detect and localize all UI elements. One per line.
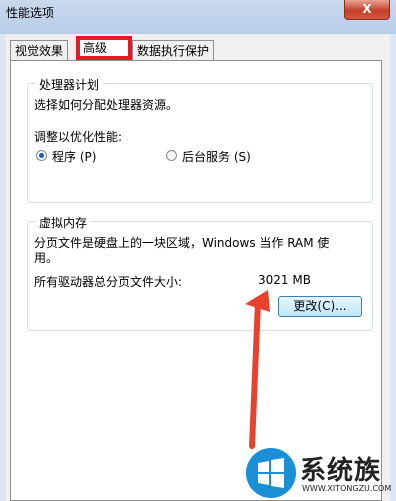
dialog-client: 视觉效果 高级 数据执行保护 处理器计划 选择如何分配处理器资源。 调整以优化性…: [6, 34, 390, 501]
watermark-url: WWW.XITONGZU.COM: [302, 484, 392, 493]
virtual-memory-group: 虚拟内存 分页文件是硬盘上的一块区域，Windows 当作 RAM 使 用。 所…: [27, 214, 373, 331]
tab-panel: 处理器计划 选择如何分配处理器资源。 调整以优化性能: 程序 (P) 后台服务 …: [10, 60, 382, 501]
processor-group-title: 处理器计划: [36, 76, 103, 93]
watermark-logo: 系统族 WWW.XITONGZU.COM: [246, 448, 396, 501]
title-bar: 性能选项 X: [0, 0, 396, 34]
background-services-label[interactable]: 后台服务 (S): [182, 148, 251, 165]
tab-visual-effects[interactable]: 视觉效果: [10, 40, 69, 60]
virtual-memory-description-2: 用。: [34, 251, 59, 265]
total-paging-label: 所有驱动器总分页文件大小:: [34, 275, 183, 289]
processor-description: 选择如何分配处理器资源。: [34, 98, 179, 112]
windows-logo-icon: [246, 448, 296, 498]
total-paging-value: 3021 MB: [258, 273, 311, 287]
watermark-brand: 系统族: [300, 456, 382, 486]
background-services-radio[interactable]: [166, 150, 177, 161]
processor-group: 处理器计划 选择如何分配处理器资源。 调整以优化性能: 程序 (P) 后台服务 …: [27, 76, 373, 203]
tab-advanced[interactable]: 高级: [78, 37, 130, 61]
tab-dep[interactable]: 数据执行保护: [132, 40, 215, 60]
adjust-label: 调整以优化性能:: [34, 130, 123, 144]
virtual-memory-description-1: 分页文件是硬盘上的一块区域，Windows 当作 RAM 使: [34, 236, 330, 250]
programs-radio[interactable]: [36, 150, 47, 161]
window-title: 性能选项: [6, 6, 55, 20]
change-button[interactable]: 更改(C)...: [278, 296, 362, 317]
programs-radio-label[interactable]: 程序 (P): [52, 148, 96, 165]
virtual-memory-title: 虚拟内存: [36, 214, 91, 231]
close-button[interactable]: X: [344, 0, 390, 20]
